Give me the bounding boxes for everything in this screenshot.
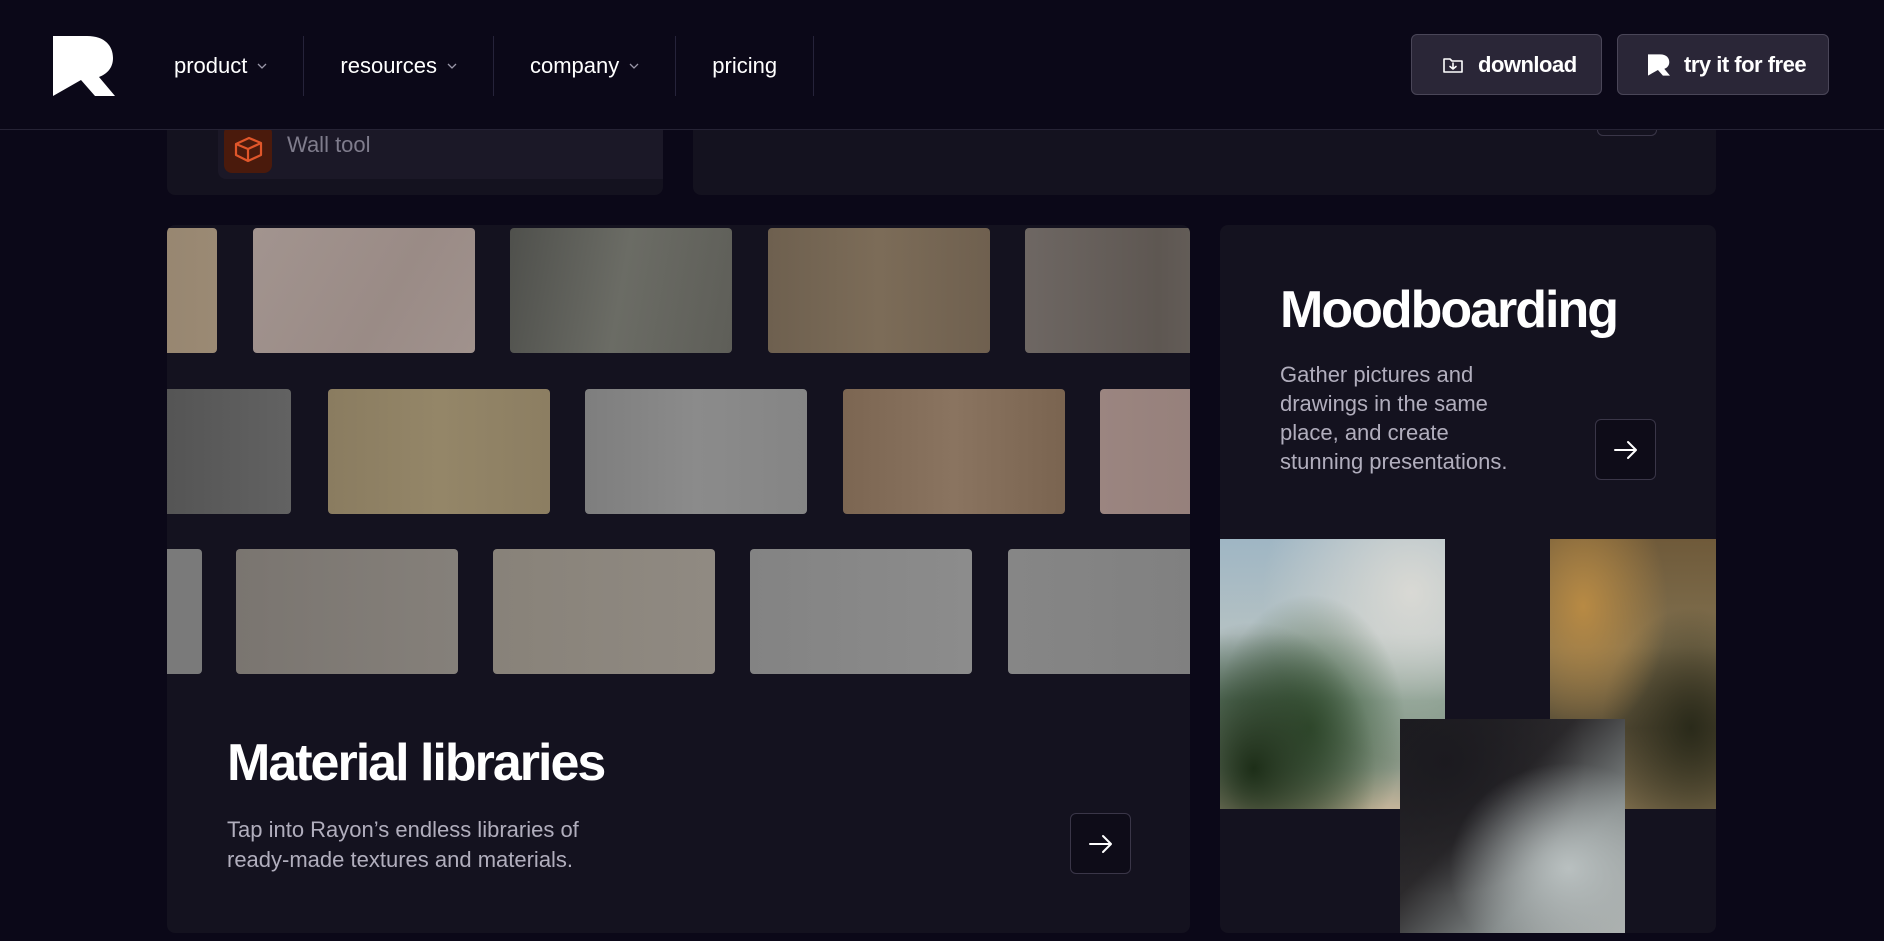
nav-item-label: resources <box>340 53 437 78</box>
page: Wall tool Material libraries Tap into Ra… <box>0 0 1884 941</box>
material-swatch <box>843 389 1065 514</box>
wall-tool-label: Wall tool <box>287 132 371 157</box>
moodboarding-card[interactable]: Moodboarding Gather pictures and drawing… <box>1220 225 1716 933</box>
material-swatch <box>768 228 990 353</box>
material-libraries-card[interactable]: Material libraries Tap into Rayon’s endl… <box>167 225 1190 933</box>
material-libraries-description: Tap into Rayon’s endless libraries of re… <box>227 817 579 872</box>
nav-item-company[interactable]: company <box>494 36 677 96</box>
material-swatch <box>167 389 291 514</box>
nav-item-product[interactable]: product <box>138 36 305 96</box>
rayon-logo-icon[interactable] <box>53 36 115 96</box>
material-swatch <box>510 228 732 353</box>
material-swatch <box>493 549 715 674</box>
nav-item-label: pricing <box>712 53 778 78</box>
nav-item-pricing[interactable]: pricing <box>676 36 815 96</box>
material-swatch <box>167 228 217 353</box>
nav-item-label: product <box>174 53 248 78</box>
moodboarding-title: Moodboarding <box>1280 281 1619 339</box>
material-swatch <box>167 549 202 674</box>
material-libraries-arrow-button[interactable] <box>1070 813 1131 874</box>
nav-item-resources[interactable]: resources <box>304 36 494 96</box>
material-swatch <box>253 228 475 353</box>
nav-item-label: company <box>529 53 620 78</box>
moodboarding-description: Gather pictures and drawings in the same… <box>1280 362 1508 474</box>
arrow-right-icon <box>1613 440 1637 459</box>
material-swatch <box>1008 549 1190 674</box>
rayon-logo-icon <box>1648 53 1670 76</box>
chevron-down-icon <box>629 63 639 69</box>
try-it-for-free-label: try it for free <box>1684 51 1807 77</box>
try-it-for-free-button[interactable]: try it for free <box>1617 34 1829 95</box>
material-swatch <box>1100 389 1190 514</box>
download-label: download <box>1478 51 1577 77</box>
arrow-right-icon <box>1088 834 1112 853</box>
chevron-down-icon <box>447 63 457 69</box>
moodboard-photo-sketch <box>1400 719 1625 933</box>
material-swatch <box>585 389 807 514</box>
material-swatch <box>328 389 550 514</box>
material-swatch <box>1025 228 1190 353</box>
chevron-down-icon <box>257 63 267 69</box>
download-button[interactable]: download <box>1411 34 1602 95</box>
moodboarding-arrow-button[interactable] <box>1595 419 1656 480</box>
material-swatch <box>236 549 458 674</box>
download-folder-icon <box>1443 57 1463 73</box>
material-swatch <box>750 549 972 674</box>
nav-links: product resources company pricing <box>138 36 815 96</box>
top-navigation: product resources company pricing downlo… <box>0 0 1884 130</box>
material-libraries-title: Material libraries <box>227 734 606 792</box>
wall-brick-icon <box>224 125 272 173</box>
